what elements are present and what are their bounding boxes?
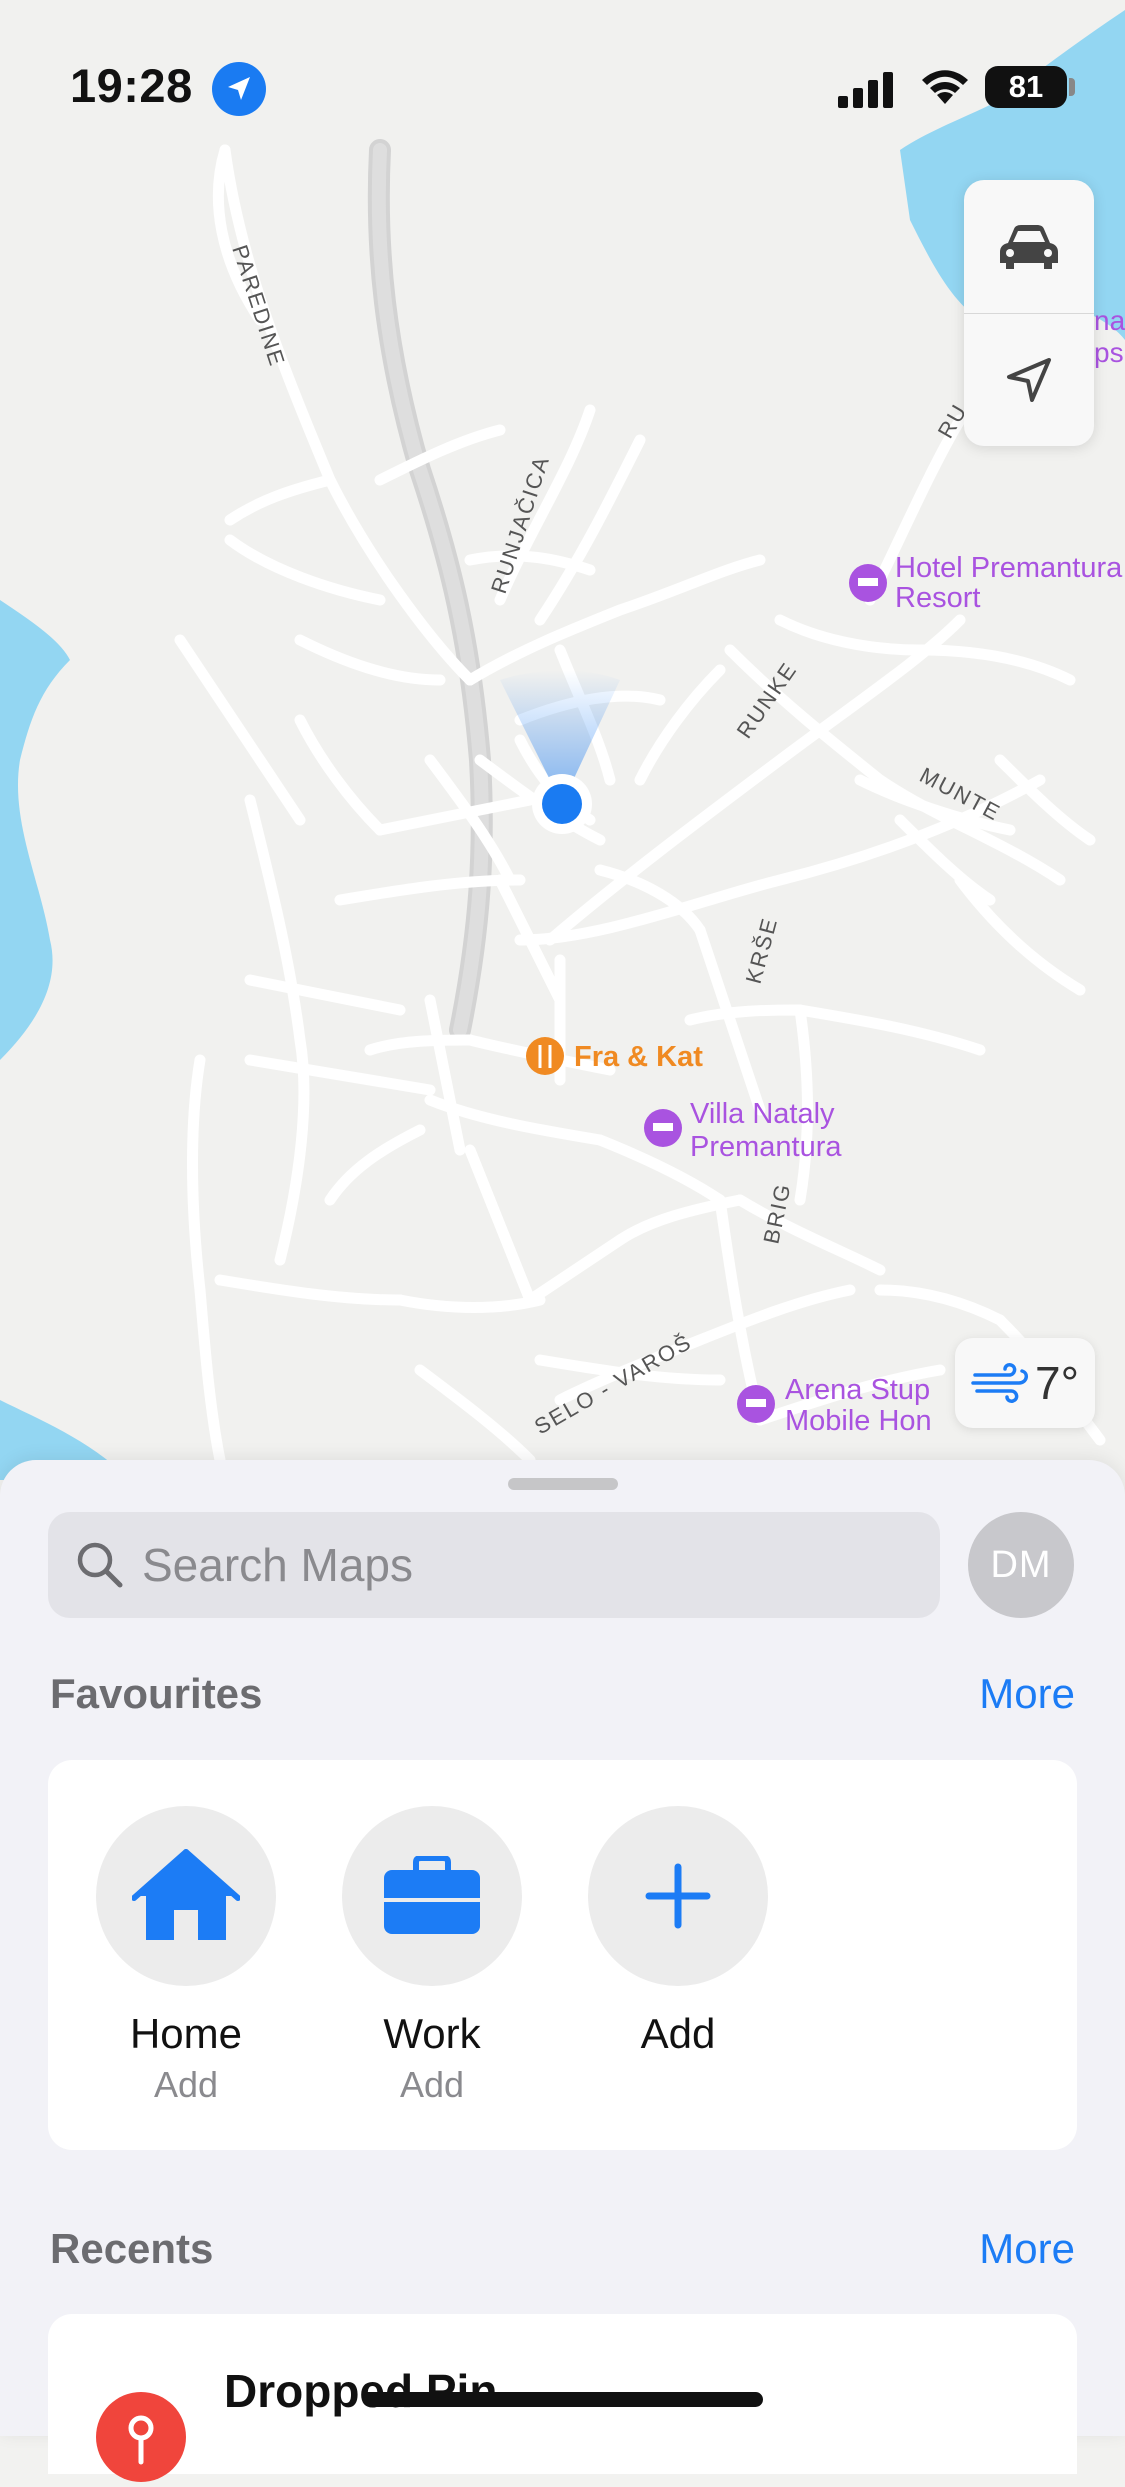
wifi-icon	[922, 70, 968, 104]
favourite-home[interactable]: Home Add	[96, 1806, 276, 2106]
poi-label-fragment-2: ps	[1094, 337, 1124, 368]
map-view[interactable]: PAREDINE RUNJAČICA RUNKE MUNTE KRŠE BRIG…	[0, 0, 1125, 1480]
avatar[interactable]: DM	[968, 1512, 1074, 1618]
pin-icon	[128, 2415, 154, 2465]
recents-title: Recents	[50, 2225, 214, 2272]
navigation-arrow-icon	[1007, 357, 1051, 402]
poi-label: Hotel Premantura	[895, 552, 1123, 584]
poi-label: Resort	[895, 582, 980, 614]
wind-icon	[971, 1363, 1028, 1403]
poi-label-fragment-1: na	[1094, 305, 1125, 336]
home-indicator[interactable]	[363, 2392, 763, 2407]
temperature-label: 7°	[1035, 1357, 1079, 1409]
list-item-dropped-pin[interactable]	[96, 2392, 186, 2482]
house-icon	[132, 1849, 240, 1940]
poi-label: Mobile Hon	[785, 1405, 932, 1437]
favourite-work[interactable]: Work Add	[342, 1806, 522, 2106]
bottom-sheet[interactable]: Search Maps DM Favourites More Home Add	[0, 1460, 1125, 2482]
plus-icon	[645, 1863, 711, 1929]
car-icon	[1000, 224, 1058, 269]
cellular-signal-icon	[838, 72, 893, 108]
battery-tip	[1069, 78, 1075, 96]
location-arrow-icon	[212, 62, 266, 116]
map-controls	[964, 180, 1094, 446]
track-location-button[interactable]	[964, 313, 1094, 446]
weather-widget[interactable]: 7°	[955, 1338, 1095, 1428]
battery-indicator: 81	[985, 66, 1067, 108]
favourites-card: Home Add Work Add Add	[48, 1760, 1077, 2150]
favourite-label: Home	[129, 2010, 243, 2057]
status-time: 19:28	[70, 59, 193, 112]
favourites-more-link[interactable]: More	[979, 1670, 1075, 1718]
favourites-title: Favourites	[50, 1670, 263, 1717]
poi-label: Villa Nataly	[690, 1098, 835, 1130]
recent-item-title[interactable]: Dropped Pin	[224, 2364, 497, 2418]
favourite-icon-circle	[588, 1806, 768, 1986]
recents-more-link[interactable]: More	[979, 2225, 1075, 2273]
poi-fra-kat[interactable]: Fra & Kat	[526, 1037, 703, 1075]
favourite-icon-circle	[342, 1806, 522, 1986]
search-placeholder: Search Maps	[142, 1539, 414, 1591]
favourite-sublabel: Add	[399, 2064, 465, 2105]
favourite-add[interactable]: Add	[588, 1806, 768, 2058]
poi-label: Fra & Kat	[574, 1041, 703, 1073]
poi-label: Arena Stup	[785, 1374, 930, 1406]
search-field[interactable]: Search Maps	[48, 1512, 940, 1618]
status-bar: 19:28 81	[0, 0, 1125, 150]
poi-label: Premantura	[690, 1131, 842, 1163]
sheet-grabber[interactable]	[508, 1478, 618, 1490]
favourite-icon-circle	[96, 1806, 276, 1986]
briefcase-icon	[384, 1856, 480, 1934]
favourite-label: Work	[383, 2010, 481, 2057]
favourite-label: Add	[640, 2010, 716, 2057]
search-icon	[77, 1542, 123, 1588]
favourite-sublabel: Add	[153, 2064, 219, 2105]
map-mode-button[interactable]	[964, 180, 1094, 313]
